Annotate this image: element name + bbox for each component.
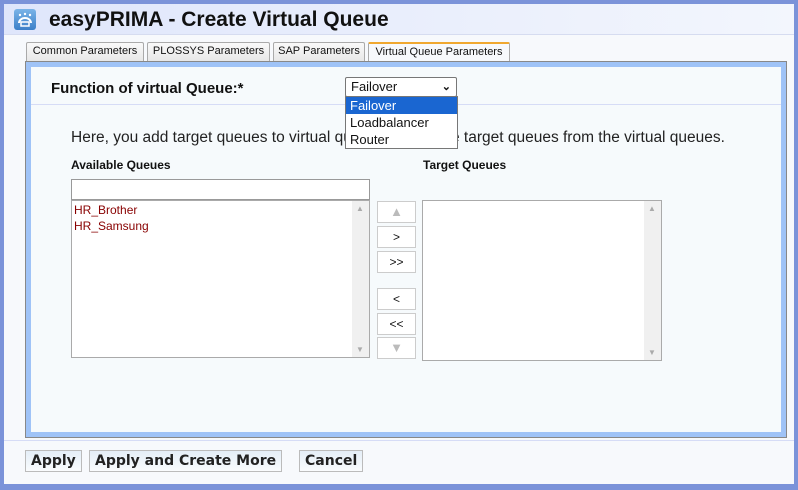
function-label: Function of virtual Queue:* bbox=[51, 80, 244, 97]
tab-sap-parameters[interactable]: SAP Parameters bbox=[273, 42, 365, 61]
window-title: easyPRIMA - Create Virtual Queue bbox=[49, 8, 389, 31]
scrollbar[interactable]: ▲ ▼ bbox=[644, 201, 661, 360]
target-queues-label: Target Queues bbox=[423, 158, 507, 172]
list-item[interactable]: HR_Brother bbox=[72, 202, 369, 218]
move-up-button[interactable]: ▲ bbox=[377, 201, 416, 223]
scroll-down-icon[interactable]: ▼ bbox=[356, 345, 364, 354]
function-select-value: Failover bbox=[351, 79, 398, 94]
scroll-up-icon[interactable]: ▲ bbox=[648, 204, 656, 213]
tab-plossys-parameters[interactable]: PLOSSYS Parameters bbox=[147, 42, 270, 61]
apply-and-create-more-button[interactable]: Apply and Create More bbox=[89, 450, 283, 472]
option-loadbalancer[interactable]: Loadbalancer bbox=[346, 114, 457, 131]
tab-virtual-queue-parameters[interactable]: Virtual Queue Parameters bbox=[368, 42, 510, 62]
scrollbar[interactable]: ▲ ▼ bbox=[352, 201, 369, 357]
remove-button[interactable]: < bbox=[377, 288, 416, 310]
move-down-button[interactable]: ▼ bbox=[377, 337, 416, 359]
add-all-button[interactable]: >> bbox=[377, 251, 416, 273]
available-filter-input[interactable] bbox=[71, 179, 370, 200]
dialog-window: easyPRIMA - Create Virtual Queue Common … bbox=[4, 4, 794, 484]
function-select[interactable]: Failover ⌄ bbox=[345, 77, 457, 97]
tab-common-parameters[interactable]: Common Parameters bbox=[26, 42, 144, 61]
option-router[interactable]: Router bbox=[346, 131, 457, 148]
cancel-button[interactable]: Cancel bbox=[299, 450, 364, 472]
remove-all-button[interactable]: << bbox=[377, 313, 416, 335]
title-bar: easyPRIMA - Create Virtual Queue bbox=[4, 4, 794, 35]
chevron-down-icon: ⌄ bbox=[441, 81, 451, 93]
target-queues-list[interactable]: ▲ ▼ bbox=[422, 200, 662, 361]
add-button[interactable]: > bbox=[377, 226, 416, 248]
virtual-queue-panel: Function of virtual Queue:* Failover ⌄ Fa… bbox=[25, 61, 787, 438]
available-queues-label: Available Queues bbox=[71, 158, 171, 172]
list-item[interactable]: HR_Samsung bbox=[72, 218, 369, 234]
scroll-down-icon[interactable]: ▼ bbox=[648, 348, 656, 357]
option-failover[interactable]: Failover bbox=[346, 97, 457, 114]
footer-divider bbox=[4, 440, 794, 441]
available-queues-list[interactable]: HR_Brother HR_Samsung ▲ ▼ bbox=[71, 200, 370, 358]
apply-button[interactable]: Apply bbox=[25, 450, 82, 472]
function-dropdown: Failover Loadbalancer Router bbox=[345, 96, 458, 149]
easyprima-logo-icon bbox=[14, 9, 36, 30]
scroll-up-icon[interactable]: ▲ bbox=[356, 204, 364, 213]
